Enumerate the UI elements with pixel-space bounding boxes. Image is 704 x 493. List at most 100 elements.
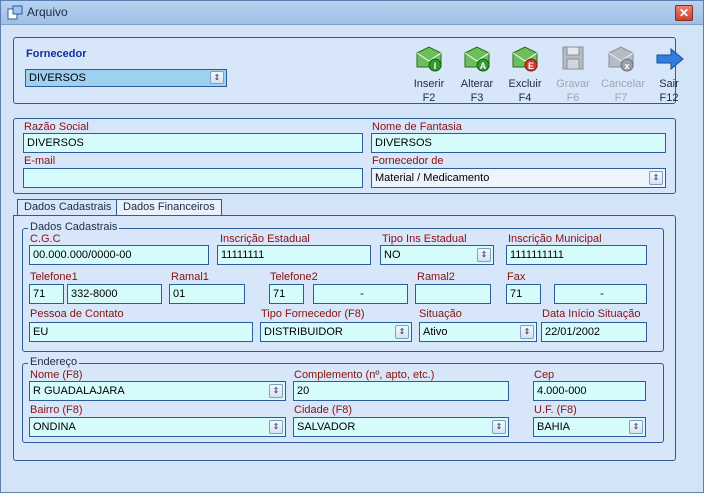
tipo-ins-value: NO: [384, 249, 401, 261]
tipo-fornecedor-value: DISTRIBUIDOR: [264, 326, 343, 338]
chevron-updown-icon: ⇕: [269, 420, 283, 434]
edit-button[interactable]: A Alterar F3: [457, 45, 497, 104]
edit-label: Alterar: [460, 78, 494, 90]
fornecedor-select-value: DIVERSOS: [29, 72, 86, 84]
fornecedor-select[interactable]: DIVERSOS ⇕: [25, 69, 227, 87]
svg-text:E: E: [528, 61, 534, 71]
tipo-fornecedor-select[interactable]: DISTRIBUIDOR ⇕: [260, 322, 412, 342]
insert-icon: I: [416, 46, 442, 72]
tel2-label: Telefone2: [270, 271, 318, 283]
cgc-field[interactable]: 00.000.000/0000-00: [29, 245, 209, 265]
ramal2-label: Ramal2: [417, 271, 455, 283]
situacao-value: Ativo: [423, 326, 448, 338]
app-window: Arquivo ✕ Fornecedor DIVERSOS ⇕ I Inseri…: [0, 0, 704, 493]
edit-key: F3: [470, 92, 484, 104]
situacao-label: Situação: [419, 308, 462, 320]
exit-button[interactable]: Sair F12: [649, 45, 689, 104]
fax-number-field[interactable]: -: [554, 284, 647, 304]
tel2-number-field[interactable]: -: [313, 284, 408, 304]
tel1-label: Telefone1: [30, 271, 78, 283]
email-label: E-mail: [24, 155, 56, 167]
chevron-updown-icon: ⇕: [395, 325, 409, 339]
cancel-icon: x: [608, 46, 634, 72]
fantasia-field[interactable]: DIVERSOS: [371, 133, 666, 153]
tipo-fornecedor-label: Tipo Fornecedor (F8): [261, 308, 365, 320]
cep-label: Cep: [534, 369, 555, 381]
fornecedor-label: Fornecedor: [26, 48, 87, 60]
endereco-nome-label: Nome (F8): [30, 369, 83, 381]
cadastrais-group-title: Dados Cadastrais: [28, 221, 120, 233]
cgc-label: C.G.C: [30, 233, 61, 245]
save-label: Gravar: [556, 78, 590, 90]
tab-dados-cadastrais[interactable]: Dados Cadastrais: [17, 199, 119, 216]
save-icon: [562, 46, 584, 70]
window-title: Arquivo: [27, 5, 68, 19]
chevron-updown-icon: ⇕: [477, 248, 491, 262]
exit-arrow-icon: [656, 47, 684, 71]
ramal2-field[interactable]: [415, 284, 491, 304]
cidade-value: SALVADOR: [297, 421, 356, 433]
tel1-number-field[interactable]: 332-8000: [67, 284, 162, 304]
bairro-label: Bairro (F8): [30, 404, 83, 416]
contato-field[interactable]: EU: [29, 322, 253, 342]
bairro-select[interactable]: ONDINA ⇕: [29, 417, 286, 437]
title-bar: Arquivo ✕: [1, 1, 703, 25]
app-icon: [7, 5, 23, 20]
tab-dados-financeiros[interactable]: Dados Financeiros: [116, 199, 222, 216]
exit-key: F12: [659, 92, 679, 104]
cidade-select[interactable]: SALVADOR ⇕: [293, 417, 509, 437]
cidade-label: Cidade (F8): [294, 404, 353, 416]
tel1-ddd-field[interactable]: 71: [29, 284, 64, 304]
situacao-select[interactable]: Ativo ⇕: [419, 322, 537, 342]
insert-button[interactable]: I Inserir F2: [409, 45, 449, 104]
chevron-updown-icon: ⇕: [520, 325, 534, 339]
delete-key: F4: [518, 92, 532, 104]
cancel-key: F7: [614, 92, 628, 104]
delete-button[interactable]: E Excluir F4: [505, 45, 545, 104]
delete-label: Excluir: [508, 78, 542, 90]
chevron-updown-icon: ⇕: [649, 171, 663, 185]
complemento-label: Complemento (nº, apto, etc.): [294, 369, 435, 381]
delete-icon: E: [512, 46, 538, 72]
chevron-updown-icon: ⇕: [492, 420, 506, 434]
endereco-nome-value: R GUADALAJARA: [33, 385, 125, 397]
endereco-group-title: Endereço: [28, 356, 80, 368]
contato-label: Pessoa de Contato: [30, 308, 124, 320]
ramal1-field[interactable]: 01: [169, 284, 245, 304]
svg-text:A: A: [480, 61, 487, 71]
endereco-nome-select[interactable]: R GUADALAJARA ⇕: [29, 381, 286, 401]
im-label: Inscrição Municipal: [508, 233, 602, 245]
cep-field[interactable]: 4.000-000: [533, 381, 646, 401]
uf-select[interactable]: BAHIA ⇕: [533, 417, 646, 437]
cancel-button[interactable]: x Cancelar F7: [601, 45, 646, 104]
razao-field[interactable]: DIVERSOS: [23, 133, 363, 153]
complemento-field[interactable]: 20: [293, 381, 509, 401]
ie-label: Inscrição Estadual: [220, 233, 310, 245]
uf-value: BAHIA: [537, 421, 571, 433]
razao-label: Razão Social: [24, 121, 89, 133]
chevron-updown-icon: ⇕: [269, 384, 283, 398]
insert-key: F2: [422, 92, 436, 104]
insert-label: Inserir: [413, 78, 445, 90]
close-button[interactable]: ✕: [675, 5, 693, 21]
data-inicio-label: Data Início Situação: [542, 308, 641, 320]
fantasia-label: Nome de Fantasia: [372, 121, 462, 133]
fornecedor-de-label: Fornecedor de: [372, 155, 444, 167]
tipo-ins-select[interactable]: NO ⇕: [380, 245, 494, 265]
cancel-label: Cancelar: [601, 78, 646, 90]
chevron-updown-icon: ⇕: [629, 420, 643, 434]
save-button[interactable]: Gravar F6: [553, 45, 593, 104]
svg-text:x: x: [624, 61, 629, 71]
edit-icon: A: [464, 46, 490, 72]
fornecedor-de-select[interactable]: Material / Medicamento ⇕: [371, 168, 666, 188]
uf-label: U.F. (F8): [534, 404, 577, 416]
bairro-value: ONDINA: [33, 421, 76, 433]
im-field[interactable]: 1111111111: [506, 245, 647, 265]
email-field[interactable]: [23, 168, 363, 188]
data-inicio-field[interactable]: 22/01/2002: [541, 322, 647, 342]
tel2-ddd-field[interactable]: 71: [269, 284, 304, 304]
fax-ddd-field[interactable]: 71: [506, 284, 541, 304]
tipo-ins-label: Tipo Ins Estadual: [382, 233, 467, 245]
chevron-updown-icon: ⇕: [210, 71, 224, 84]
ie-field[interactable]: 11111111: [217, 245, 371, 265]
